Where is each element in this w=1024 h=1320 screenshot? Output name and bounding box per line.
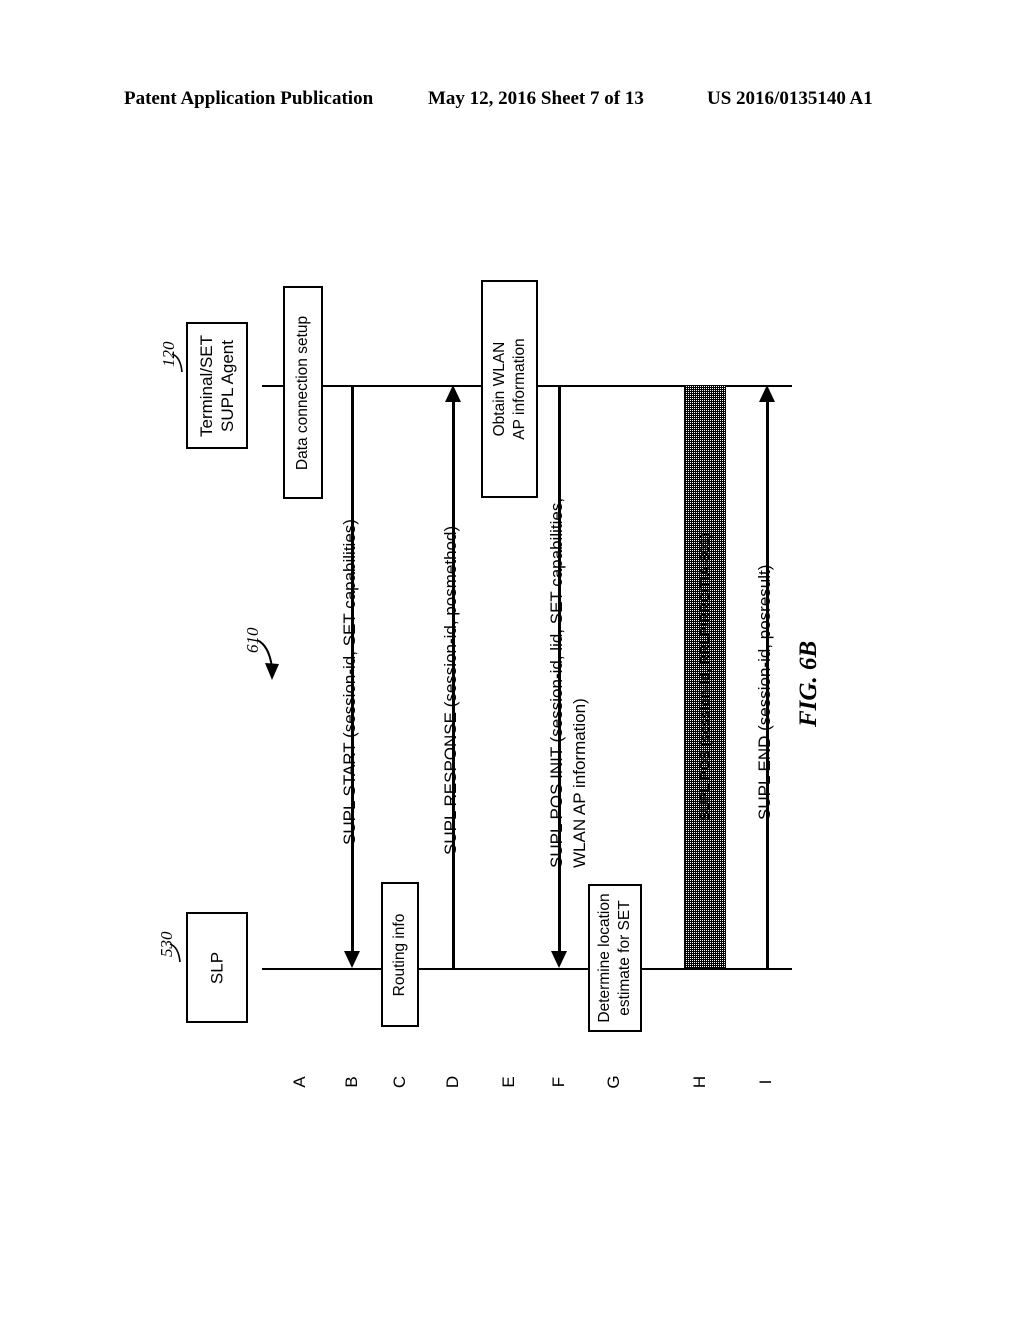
action-box-routing-info-label: Routing info [390,913,408,996]
message-supl-response-label: SUPL RESPONSE (session-id, posmethod) [441,525,460,855]
step-letter-g: G [604,1075,623,1089]
leader-arrow-610 [256,639,279,680]
step-letter-h: H [690,1075,709,1089]
entity-slp-label: SLP [207,951,227,984]
action-box-obtain-wlan-ap-information: Obtain WLAN AP information [481,280,538,498]
action-box-data-connection-setup: Data connection setup [283,286,323,499]
leader-line-120 [171,353,183,373]
step-letter-d: D [443,1075,462,1089]
message-supl-start-label: SUPL START (session-id, SET capabilities… [340,519,359,845]
step-letter-e: E [499,1076,518,1088]
sequence-diagram: Terminal/SET SUPL Agent SLP 120 530 610 … [0,0,1024,1320]
step-letter-f: F [549,1076,568,1088]
message-supl-pos-label: SUPL POS (session-id, RRLP/RRC/TIA-801) [696,532,713,821]
message-supl-pos-init-label: SUPL POS INIT (session-id, lid, SET capa… [547,497,589,868]
message-supl-end-label: SUPL END (session-id, posresult) [755,564,774,820]
entity-slp: SLP [186,912,248,1023]
action-box-determine-location-estimate-label: Determine location estimate for SET [595,893,633,1023]
action-box-determine-location-estimate: Determine location estimate for SET [588,884,642,1032]
action-box-obtain-wlan-ap-information-label: Obtain WLAN AP information [490,338,528,440]
figure-caption: FIG. 6B [795,640,822,727]
leader-line-530 [169,943,181,963]
entity-terminal-label: Terminal/SET SUPL Agent [196,334,237,437]
step-letter-i: I [756,1079,775,1085]
lifeline-slp [262,968,792,970]
message-supl-pos-hatched-block: SUPL POS (session-id, RRLP/RRC/TIA-801) [684,385,726,968]
action-box-routing-info: Routing info [381,882,419,1027]
step-letter-b: B [342,1076,361,1088]
step-letter-a: A [290,1076,309,1088]
step-letter-c: C [390,1075,409,1089]
action-box-data-connection-setup-label: Data connection setup [293,315,311,470]
entity-terminal-set-supl-agent: Terminal/SET SUPL Agent [186,322,248,449]
